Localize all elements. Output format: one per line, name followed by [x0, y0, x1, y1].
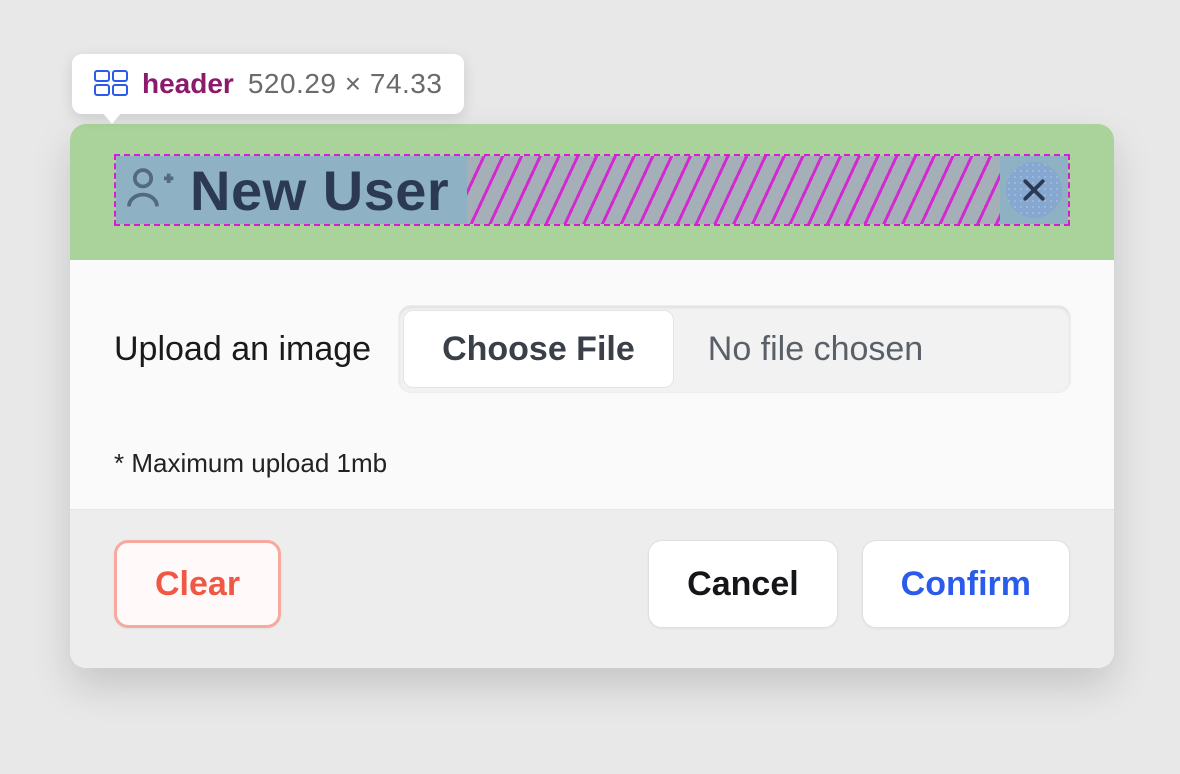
tooltip-element-name: header — [142, 68, 234, 100]
upload-row: Upload an image Choose File No file chos… — [114, 306, 1070, 392]
choose-file-button[interactable]: Choose File — [403, 310, 674, 388]
tooltip-dimensions: 520.29 × 74.33 — [248, 68, 443, 100]
close-button[interactable] — [1000, 156, 1068, 224]
modal-header: New User — [114, 154, 1070, 226]
layout-grid-icon — [94, 70, 128, 98]
confirm-button[interactable]: Confirm — [862, 540, 1070, 628]
modal-title: New User — [190, 158, 449, 223]
file-status-text: No file chosen — [678, 306, 1070, 392]
upload-hint: * Maximum upload 1mb — [114, 448, 1070, 479]
file-input[interactable]: Choose File No file chosen — [399, 306, 1070, 392]
modal-header-overlay: New User — [70, 124, 1114, 260]
clear-button[interactable]: Clear — [114, 540, 281, 628]
upload-label: Upload an image — [114, 330, 371, 369]
new-user-modal: New User Upload an image Choose File No … — [70, 124, 1114, 668]
close-icon — [1019, 175, 1049, 205]
modal-body: Upload an image Choose File No file chos… — [70, 260, 1114, 510]
cancel-button[interactable]: Cancel — [648, 540, 838, 628]
modal-header-title-group: New User — [116, 156, 467, 224]
modal-footer: Clear Cancel Confirm — [70, 510, 1114, 668]
devtools-element-tooltip: header 520.29 × 74.33 — [72, 54, 464, 114]
user-plus-icon — [122, 162, 178, 218]
inspect-gap-overlay — [467, 156, 1000, 224]
